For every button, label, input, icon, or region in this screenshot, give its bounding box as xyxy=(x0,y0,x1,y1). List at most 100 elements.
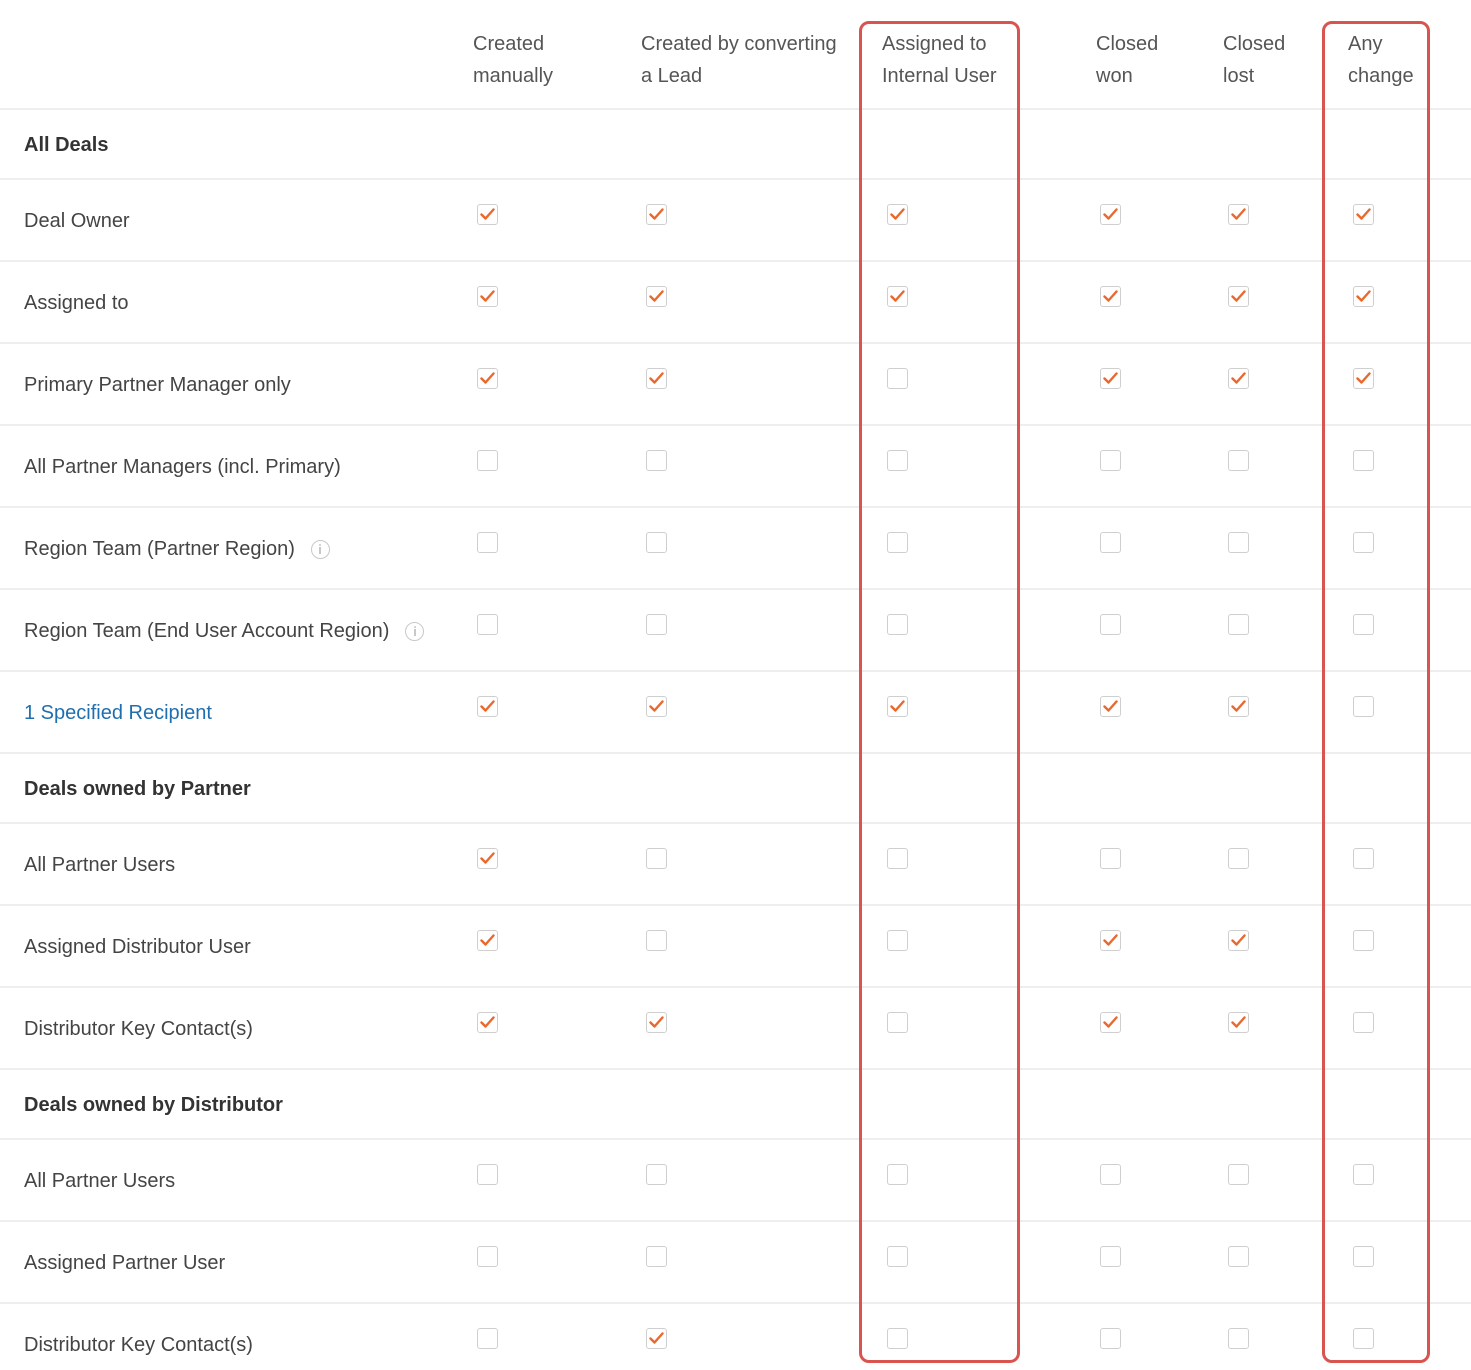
checkbox[interactable] xyxy=(1228,450,1249,471)
checkbox[interactable] xyxy=(1353,368,1374,389)
checkbox[interactable] xyxy=(887,1164,908,1185)
column-header-line: Assigned to xyxy=(882,33,987,55)
checkbox[interactable] xyxy=(646,1012,667,1033)
checkbox[interactable] xyxy=(1228,1012,1249,1033)
checkbox[interactable] xyxy=(1228,1246,1249,1267)
checkbox[interactable] xyxy=(1353,848,1374,869)
checkbox[interactable] xyxy=(1228,696,1249,717)
specified-recipient-link[interactable]: 1 Specified Recipient xyxy=(24,672,212,754)
column-header-line: a Lead xyxy=(641,65,703,87)
checkbox[interactable] xyxy=(646,286,667,307)
checkbox[interactable] xyxy=(477,286,498,307)
checkbox[interactable] xyxy=(477,1012,498,1033)
checkbox[interactable] xyxy=(1228,286,1249,307)
checkbox[interactable] xyxy=(1100,368,1121,389)
table-row: All Partner Users xyxy=(0,824,1471,906)
checkbox[interactable] xyxy=(646,450,667,471)
checkbox[interactable] xyxy=(646,1164,667,1185)
row-label-text: Deals owned by Partner xyxy=(24,777,251,800)
checkbox[interactable] xyxy=(1228,614,1249,635)
info-circle-icon[interactable] xyxy=(405,621,425,641)
checkbox[interactable] xyxy=(1100,1012,1121,1033)
checkbox[interactable] xyxy=(646,930,667,951)
info-circle-icon[interactable] xyxy=(310,539,330,559)
checkbox[interactable] xyxy=(646,1328,667,1349)
checkbox[interactable] xyxy=(887,1246,908,1267)
recipient-label: Deal Owner xyxy=(24,180,130,262)
checkbox[interactable] xyxy=(1228,1328,1249,1349)
checkbox[interactable] xyxy=(887,1012,908,1033)
table-row: All Partner Users xyxy=(0,1140,1471,1222)
checkbox[interactable] xyxy=(1100,532,1121,553)
checkbox[interactable] xyxy=(887,614,908,635)
checkbox[interactable] xyxy=(477,1164,498,1185)
checkbox[interactable] xyxy=(1353,450,1374,471)
row-label-text: All Partner Users xyxy=(24,1169,176,1192)
checkmark-icon xyxy=(1231,934,1246,946)
checkbox[interactable] xyxy=(1100,1246,1121,1267)
checkbox[interactable] xyxy=(1100,450,1121,471)
column-header-line: Closed xyxy=(1223,33,1286,55)
checkbox[interactable] xyxy=(646,368,667,389)
checkbox[interactable] xyxy=(1353,204,1374,225)
checkbox[interactable] xyxy=(477,1246,498,1267)
checkbox[interactable] xyxy=(477,450,498,471)
checkbox[interactable] xyxy=(477,930,498,951)
checkbox[interactable] xyxy=(477,848,498,869)
checkbox[interactable] xyxy=(887,848,908,869)
checkmark-icon xyxy=(1231,208,1246,220)
checkbox[interactable] xyxy=(1353,1328,1374,1349)
row-label-text[interactable]: 1 Specified Recipient xyxy=(24,702,212,725)
checkbox[interactable] xyxy=(1228,204,1249,225)
checkbox[interactable] xyxy=(1100,614,1121,635)
checkbox[interactable] xyxy=(1100,1328,1121,1349)
checkbox[interactable] xyxy=(887,1328,908,1349)
checkbox[interactable] xyxy=(477,204,498,225)
checkbox[interactable] xyxy=(477,614,498,635)
checkbox[interactable] xyxy=(887,286,908,307)
checkbox[interactable] xyxy=(1100,848,1121,869)
checkbox[interactable] xyxy=(646,204,667,225)
checkbox[interactable] xyxy=(1353,1164,1374,1185)
checkbox[interactable] xyxy=(887,696,908,717)
checkbox[interactable] xyxy=(1100,286,1121,307)
checkmark-icon xyxy=(649,1332,664,1344)
checkbox[interactable] xyxy=(646,1246,667,1267)
checkbox[interactable] xyxy=(646,696,667,717)
column-header-assigned-to-internal-user: Assigned to Internal User xyxy=(882,28,997,92)
checkbox[interactable] xyxy=(1228,1164,1249,1185)
checkbox[interactable] xyxy=(887,368,908,389)
row-label-text: Distributor Key Contact(s) xyxy=(24,1017,253,1040)
checkbox[interactable] xyxy=(1228,368,1249,389)
checkbox[interactable] xyxy=(1353,696,1374,717)
checkbox[interactable] xyxy=(1100,696,1121,717)
checkbox[interactable] xyxy=(1228,930,1249,951)
checkbox[interactable] xyxy=(1228,532,1249,553)
checkbox[interactable] xyxy=(1353,1246,1374,1267)
checkbox[interactable] xyxy=(646,532,667,553)
recipient-label: All Partner Users xyxy=(24,1140,175,1222)
checkbox[interactable] xyxy=(1100,1164,1121,1185)
checkbox[interactable] xyxy=(477,532,498,553)
checkmark-icon xyxy=(649,700,664,712)
checkmark-icon xyxy=(480,1016,495,1028)
section-title: All Deals xyxy=(24,110,108,180)
checkbox[interactable] xyxy=(477,368,498,389)
checkmark-icon xyxy=(649,208,664,220)
checkbox[interactable] xyxy=(646,848,667,869)
checkbox[interactable] xyxy=(1353,930,1374,951)
checkbox[interactable] xyxy=(887,532,908,553)
checkbox[interactable] xyxy=(1100,204,1121,225)
checkbox[interactable] xyxy=(1353,614,1374,635)
checkbox[interactable] xyxy=(1228,848,1249,869)
checkbox[interactable] xyxy=(1353,286,1374,307)
checkbox[interactable] xyxy=(1353,532,1374,553)
checkbox[interactable] xyxy=(887,450,908,471)
checkbox[interactable] xyxy=(1100,930,1121,951)
checkbox[interactable] xyxy=(477,1328,498,1349)
checkbox[interactable] xyxy=(646,614,667,635)
checkbox[interactable] xyxy=(1353,1012,1374,1033)
checkbox[interactable] xyxy=(887,930,908,951)
checkbox[interactable] xyxy=(477,696,498,717)
checkbox[interactable] xyxy=(887,204,908,225)
